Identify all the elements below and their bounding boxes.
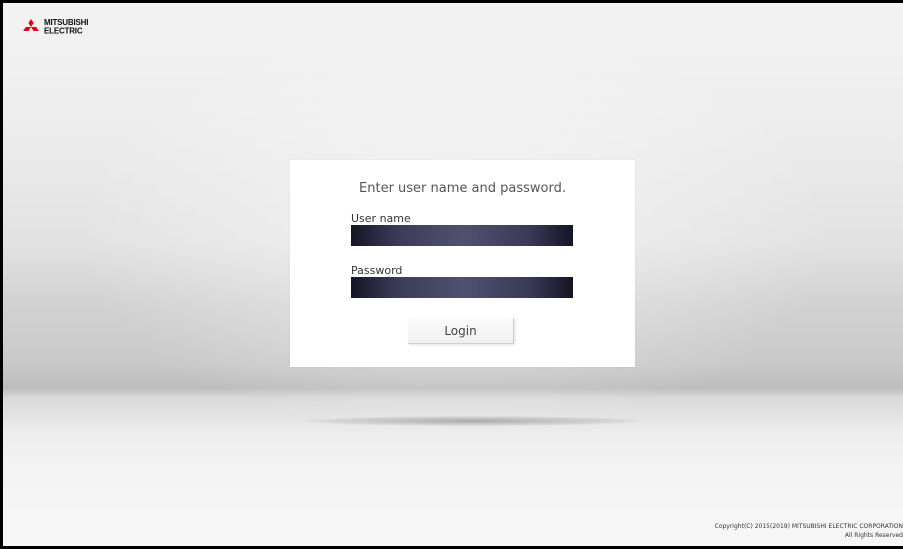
copyright-line2: All Rights Reserved bbox=[844, 532, 903, 539]
password-label: Password bbox=[351, 264, 403, 277]
username-input[interactable] bbox=[351, 225, 573, 246]
login-instruction: Enter user name and password. bbox=[359, 181, 566, 196]
card-floor-shadow bbox=[303, 416, 641, 426]
copyright-notice: Copyright(C) 2015(2019) MITSUBISHI ELECT… bbox=[715, 522, 903, 540]
password-input[interactable] bbox=[351, 277, 573, 298]
brand-name-line2: ELECTRIC bbox=[44, 25, 83, 36]
username-label: User name bbox=[351, 212, 411, 225]
three-diamonds-icon bbox=[21, 19, 41, 35]
brand-wordmark: MITSUBISHI ELECTRIC bbox=[44, 18, 88, 36]
brand-logo: MITSUBISHI ELECTRIC bbox=[21, 18, 88, 36]
login-button[interactable]: Login bbox=[408, 318, 514, 344]
login-card: Enter user name and password. User name … bbox=[290, 160, 635, 367]
copyright-line1: Copyright(C) 2015(2019) MITSUBISHI ELECT… bbox=[714, 523, 903, 530]
login-page: MITSUBISHI ELECTRIC Enter user name and … bbox=[0, 0, 903, 549]
